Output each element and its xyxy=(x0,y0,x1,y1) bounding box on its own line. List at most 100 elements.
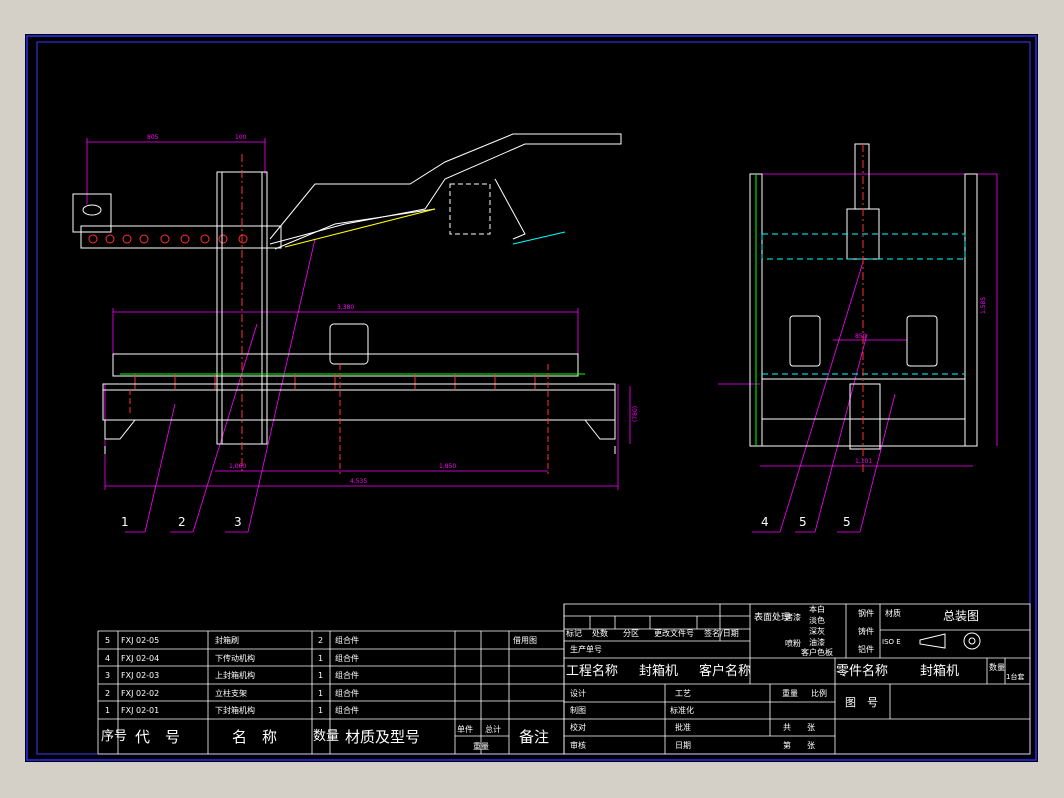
svg-text:封箱机: 封箱机 xyxy=(920,663,959,679)
front-view xyxy=(72,133,631,533)
svg-text:第 张: 第 张 xyxy=(783,740,815,750)
dimension-texts: 805 100 3,380 1,060 1,850 4,535 1,101 85… xyxy=(147,134,987,485)
dim-1060: 1,060 xyxy=(229,463,246,470)
dim-805: 805 xyxy=(147,134,159,141)
svg-text:组合件: 组合件 xyxy=(335,670,359,680)
dim-850: 850 xyxy=(855,333,867,340)
dim-1850: 1,850 xyxy=(439,463,456,470)
svg-text:序号: 序号 xyxy=(101,729,127,744)
svg-text:图 号: 图 号 xyxy=(845,696,878,709)
svg-text:5: 5 xyxy=(105,636,110,645)
svg-text:数量: 数量 xyxy=(313,729,339,744)
svg-text:FXJ 02-02: FXJ 02-02 xyxy=(121,689,159,698)
svg-text:总装图: 总装图 xyxy=(943,609,979,623)
svg-text:钢件: 钢件 xyxy=(858,608,874,618)
dim-3380: 3,380 xyxy=(337,304,354,311)
svg-text:材质: 材质 xyxy=(885,608,901,618)
title-block-text: 标记 处数 分区 更改文件号 签名/日期 生产单号 表面处理 烤漆 喷粉 本白 … xyxy=(566,604,1024,750)
drawing-canvas: 805 100 3,380 1,060 1,850 4,535 1,101 85… xyxy=(25,34,1038,762)
svg-text:名 称: 名 称 xyxy=(232,728,277,746)
motor-left xyxy=(789,315,821,367)
svg-text:1台套: 1台套 xyxy=(1006,672,1024,681)
svg-text:1: 1 xyxy=(318,689,323,698)
callout-3: 3 xyxy=(234,515,242,529)
callout-4: 4 xyxy=(761,515,769,529)
svg-text:下封箱机构: 下封箱机构 xyxy=(215,705,255,715)
svg-text:组合件: 组合件 xyxy=(335,705,359,715)
svg-text:备注: 备注 xyxy=(519,728,549,746)
svg-text:4: 4 xyxy=(105,654,110,663)
svg-text:深灰: 深灰 xyxy=(809,626,825,636)
svg-text:客户名称: 客户名称 xyxy=(699,663,751,679)
side-dimensions xyxy=(718,173,998,533)
svg-text:下传动机构: 下传动机构 xyxy=(215,653,255,663)
callout-1: 1 xyxy=(121,515,129,529)
svg-text:组合件: 组合件 xyxy=(335,653,359,663)
svg-text:组合件: 组合件 xyxy=(335,688,359,698)
svg-text:封箱机: 封箱机 xyxy=(639,663,678,679)
svg-text:油漆: 油漆 xyxy=(809,637,825,647)
svg-text:数量: 数量 xyxy=(989,662,1005,672)
motor-front xyxy=(329,323,369,365)
svg-text:设计: 设计 xyxy=(570,688,586,698)
dim-780: (780) xyxy=(632,406,639,422)
svg-text:零件名称: 零件名称 xyxy=(836,663,888,679)
motor-right xyxy=(906,315,938,367)
base-frame xyxy=(102,383,616,421)
side-post-right xyxy=(964,173,978,447)
sealing-head xyxy=(854,143,870,210)
inner-frame xyxy=(36,41,1031,755)
svg-text:本白: 本白 xyxy=(809,604,825,614)
svg-text:工艺: 工艺 xyxy=(675,689,691,698)
iso-symbol xyxy=(919,632,981,650)
svg-text:FXJ 02-03: FXJ 02-03 xyxy=(121,671,159,680)
bom-row-5: 5 FXJ 02-05 封箱刷 2 组合件 借用图 xyxy=(105,635,537,645)
svg-text:重量: 重量 xyxy=(782,688,798,698)
column-support xyxy=(216,171,268,445)
svg-text:总计: 总计 xyxy=(485,724,501,734)
callout-5a: 5 xyxy=(799,515,807,529)
svg-text:标记: 标记 xyxy=(566,628,582,638)
svg-text:铝件: 铝件 xyxy=(858,644,874,654)
bom-header: 序号 代 号 名 称 数量 材质及型号 单件 总计 重量 备注 xyxy=(101,724,549,751)
svg-text:工程名称: 工程名称 xyxy=(566,663,618,679)
svg-text:2: 2 xyxy=(105,689,110,698)
svg-text:重量: 重量 xyxy=(473,741,489,751)
cad-drawing: 805 100 3,380 1,060 1,850 4,535 1,101 85… xyxy=(26,35,1037,761)
svg-text:FXJ 02-01: FXJ 02-01 xyxy=(121,706,159,715)
svg-text:批准: 批准 xyxy=(675,722,691,732)
bom-row-2: 2 FXJ 02-02 立柱支架 1 组合件 xyxy=(105,688,359,698)
svg-text:制图: 制图 xyxy=(570,705,586,715)
bom-row-4: 4 FXJ 02-04 下传动机构 1 组合件 xyxy=(105,653,359,663)
svg-text:烤漆: 烤漆 xyxy=(785,612,801,622)
svg-text:审核: 审核 xyxy=(570,740,586,750)
svg-text:代 号: 代 号 xyxy=(135,728,180,746)
bom-row-3: 3 FXJ 02-03 上封箱机构 1 组合件 xyxy=(105,670,359,680)
outer-frame xyxy=(26,35,1037,761)
center-block xyxy=(849,383,881,450)
svg-text:ISO E: ISO E xyxy=(882,638,901,646)
svg-text:签名/日期: 签名/日期 xyxy=(704,628,739,638)
svg-text:共 张: 共 张 xyxy=(783,723,815,732)
dim-1585: 1,585 xyxy=(980,297,987,314)
svg-text:单件: 单件 xyxy=(457,724,473,734)
svg-text:1: 1 xyxy=(318,706,323,715)
svg-text:分区: 分区 xyxy=(623,629,639,638)
svg-text:材质及型号: 材质及型号 xyxy=(345,728,420,746)
svg-text:上封箱机构: 上封箱机构 xyxy=(215,670,255,680)
svg-text:FXJ 02-05: FXJ 02-05 xyxy=(121,636,159,645)
svg-text:组合件: 组合件 xyxy=(335,635,359,645)
svg-text:立柱支架: 立柱支架 xyxy=(215,688,247,698)
svg-text:封箱刷: 封箱刷 xyxy=(215,635,239,645)
callouts: 1 2 3 4 5 5 xyxy=(121,515,851,529)
svg-text:客户色板: 客户色板 xyxy=(801,647,833,657)
svg-text:FXJ 02-04: FXJ 02-04 xyxy=(121,654,159,663)
svg-text:日期: 日期 xyxy=(675,741,691,750)
svg-text:更改文件号: 更改文件号 xyxy=(654,628,694,638)
dim-4535: 4,535 xyxy=(350,478,367,485)
callout-2: 2 xyxy=(178,515,186,529)
svg-text:借用图: 借用图 xyxy=(513,635,537,645)
front-dimensions xyxy=(86,138,631,533)
dim-100: 100 xyxy=(235,134,247,141)
dim-1101: 1,101 xyxy=(855,458,872,465)
